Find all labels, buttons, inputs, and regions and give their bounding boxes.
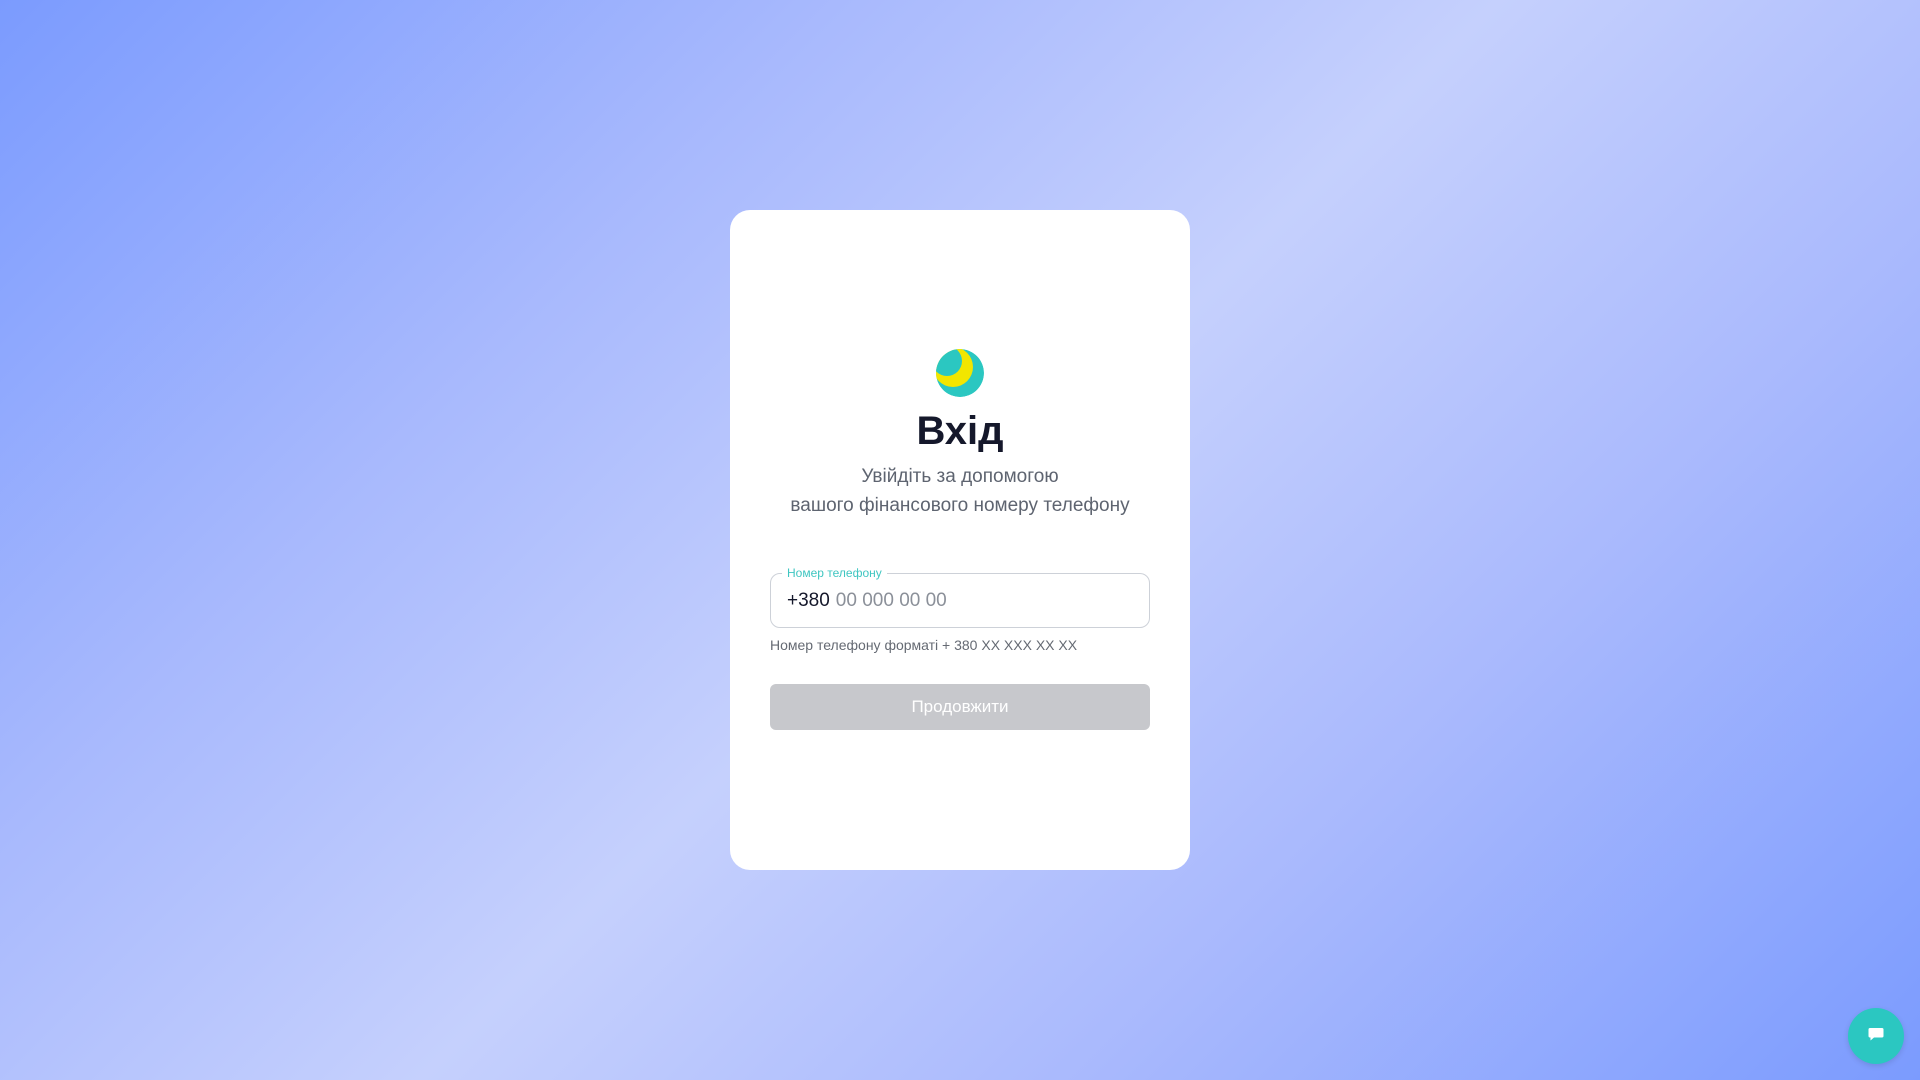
phone-format-hint: Номер телефону форматі + 380 XX XXX XX X…	[770, 637, 1078, 653]
login-card: Вхід Увійдіть за допомогою вашого фінанс…	[730, 210, 1190, 870]
subtitle-line-1: Увійдіть за допомогою	[861, 466, 1059, 487]
page-subtitle: Увійдіть за допомогою вашого фінансового…	[730, 462, 1190, 520]
logo-icon	[936, 349, 984, 397]
subtitle-line-2: вашого фінансового номеру телефону	[790, 495, 1130, 516]
continue-button[interactable]: Продовжити	[770, 684, 1150, 730]
chat-icon	[1867, 1025, 1885, 1048]
phone-field[interactable]: Номер телефону +380	[770, 564, 1150, 628]
chat-button[interactable]	[1848, 1008, 1904, 1064]
phone-input[interactable]	[835, 589, 1116, 612]
phone-field-label: Номер телефону	[782, 564, 887, 582]
phone-prefix: +380	[787, 589, 830, 611]
page-title: Вхід	[916, 409, 1004, 453]
